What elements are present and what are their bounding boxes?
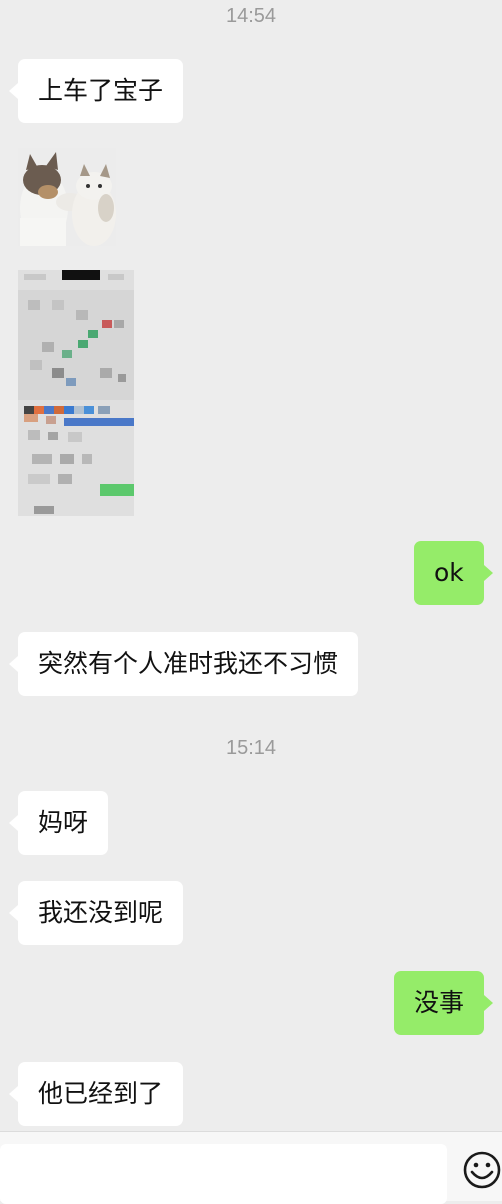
message-bubble-incoming[interactable]: 他已经到了 xyxy=(8,1062,184,1126)
message-input[interactable] xyxy=(0,1144,447,1204)
message-bubble-incoming[interactable]: 上车了宝子 xyxy=(8,59,184,123)
emoji-button[interactable] xyxy=(462,1148,502,1192)
pixelated-map-screenshot-icon xyxy=(18,270,134,516)
pixelated-screenshot-image[interactable] xyxy=(18,270,134,516)
cat-sticker[interactable] xyxy=(18,148,116,246)
chat-history[interactable]: 14:54 上车了宝子 ok 突然有个人准时我还不习惯 15:14 妈呀 我还没… xyxy=(0,0,502,1200)
message-bubble-outgoing[interactable]: 没事 xyxy=(394,971,494,1035)
timestamp: 14:54 xyxy=(225,5,277,27)
input-bar xyxy=(0,1131,502,1204)
smiley-face-icon xyxy=(463,1151,501,1189)
message-bubble-incoming[interactable]: 突然有个人准时我还不习惯 xyxy=(8,632,359,696)
message-bubble-incoming[interactable]: 我还没到呢 xyxy=(8,881,184,945)
timestamp: 15:14 xyxy=(225,737,277,759)
two-cats-sticker-icon xyxy=(18,148,116,246)
message-bubble-outgoing[interactable]: ok xyxy=(414,541,493,605)
message-bubble-incoming[interactable]: 妈呀 xyxy=(8,791,109,855)
